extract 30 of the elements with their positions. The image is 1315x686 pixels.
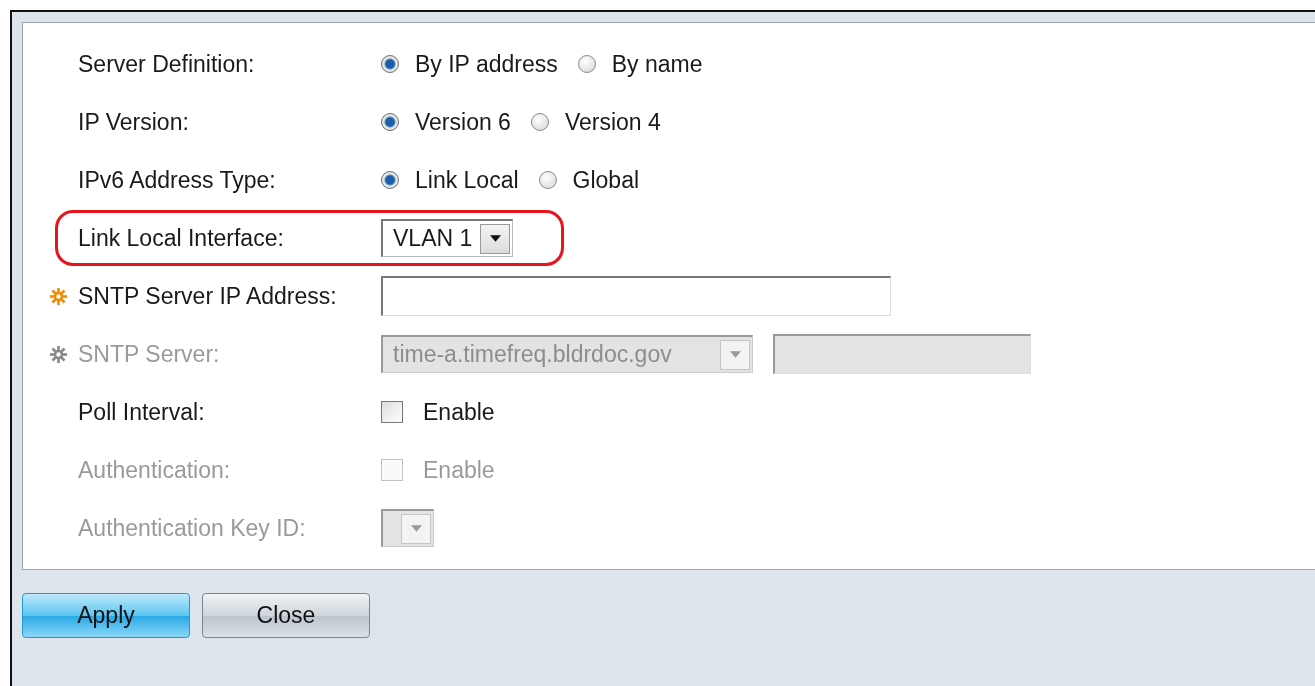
dropdown[interactable]: VLAN 1 xyxy=(381,219,514,257)
radio-button[interactable] xyxy=(530,113,549,131)
option-label[interactable]: Version 6 xyxy=(415,108,511,136)
radio-button[interactable] xyxy=(577,55,596,73)
radio-button[interactable] xyxy=(381,113,399,131)
radio-button[interactable] xyxy=(381,55,399,73)
field-label: IP Version: xyxy=(78,108,189,136)
checkbox-label[interactable]: Enable xyxy=(423,398,495,426)
radio-button[interactable] xyxy=(381,171,399,189)
input-field[interactable] xyxy=(381,276,891,316)
option-label[interactable]: Link Local xyxy=(415,166,519,194)
field-label: IPv6 Address Type: xyxy=(78,166,276,194)
checkbox[interactable] xyxy=(381,401,403,423)
caret-icon xyxy=(410,525,422,532)
field-label: Authentication: xyxy=(78,456,231,484)
apply-button[interactable]: Apply xyxy=(22,593,190,638)
caret-icon xyxy=(729,351,741,358)
caret-icon xyxy=(489,235,501,242)
field-label: SNTP Server IP Address: xyxy=(78,282,337,310)
close-button[interactable]: Close xyxy=(202,593,370,638)
field-label: Authentication Key ID: xyxy=(78,514,306,542)
field-label: SNTP Server: xyxy=(78,340,220,368)
field-label: Server Definition: xyxy=(78,50,255,78)
field-label: Poll Interval: xyxy=(78,398,205,426)
option-label[interactable]: By IP address xyxy=(415,50,558,78)
option-label[interactable]: By name xyxy=(611,50,703,78)
radio-button[interactable] xyxy=(538,171,557,189)
field-label: Link Local Interface: xyxy=(78,224,284,252)
option-label[interactable]: Version 4 xyxy=(564,108,661,136)
option-label[interactable]: Global xyxy=(572,166,640,194)
